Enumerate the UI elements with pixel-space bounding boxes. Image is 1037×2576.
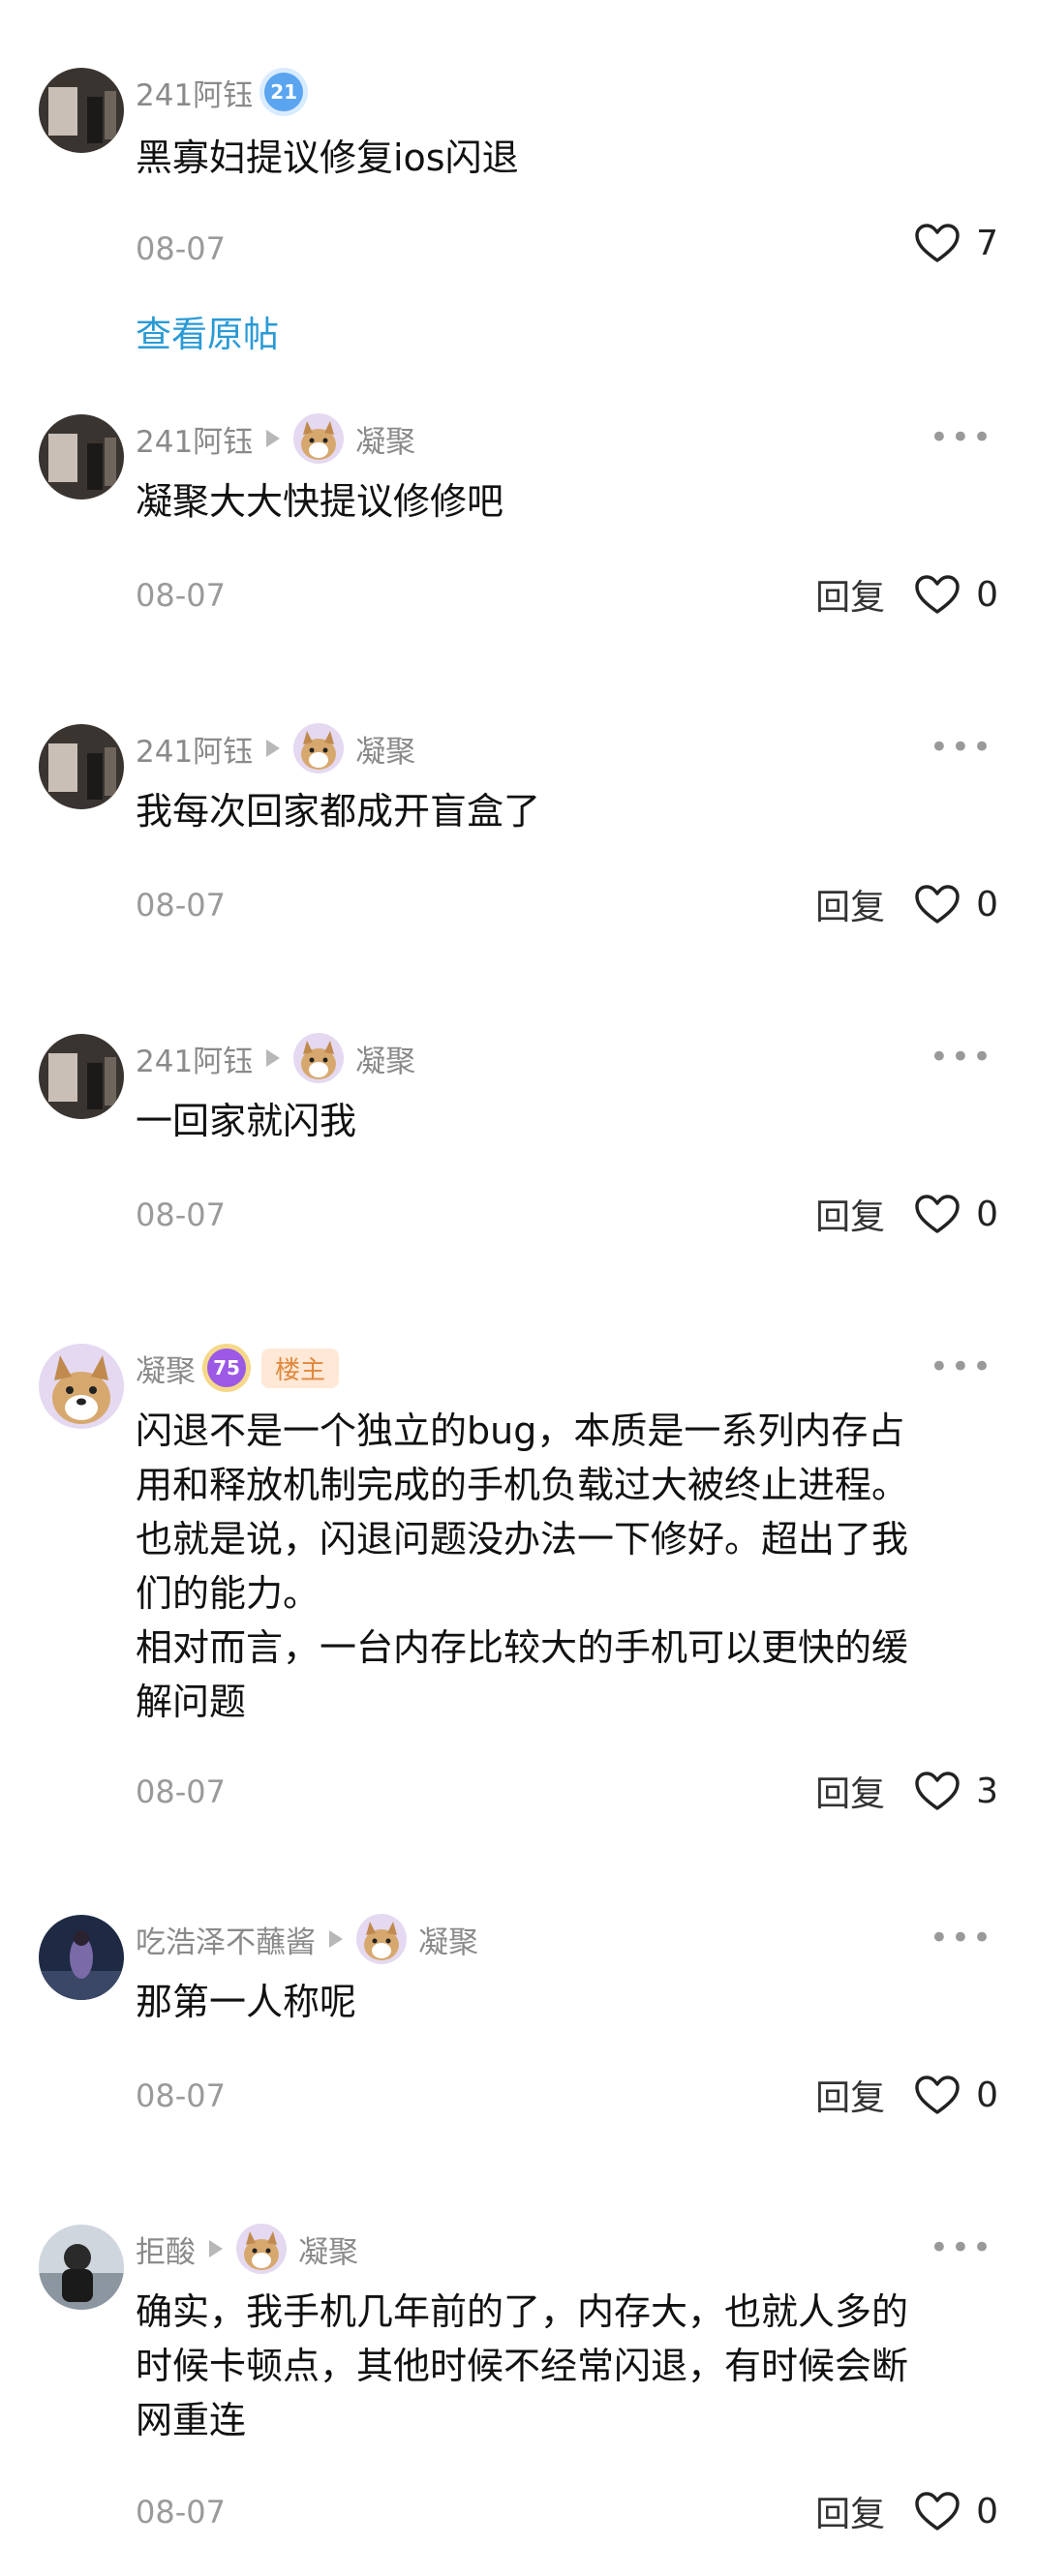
username[interactable]: 吃浩泽不蘸酱 — [136, 1918, 316, 1961]
target-username[interactable]: 凝聚 — [418, 1918, 478, 1961]
comment-date: 08-07 — [136, 2077, 226, 2114]
comment-text: 黑寡妇提议修复ios闪退 — [136, 136, 519, 179]
comment-date: 08-07 — [136, 1773, 226, 1810]
op-badge: 楼主 — [261, 1348, 340, 1388]
reply-arrow-icon — [329, 1930, 343, 1948]
username[interactable]: 241阿钰 — [136, 727, 253, 771]
username[interactable]: 凝聚 — [136, 1347, 196, 1390]
reply-button[interactable]: 回复 — [815, 1189, 885, 1239]
reply-button[interactable]: 回复 — [815, 569, 885, 620]
comment-actions: 回复 0 — [815, 2070, 998, 2120]
target-avatar[interactable] — [293, 1033, 345, 1083]
comment-date: 08-07 — [136, 577, 226, 614]
like-count: 3 — [976, 1771, 998, 1811]
avatar[interactable] — [39, 1034, 124, 1119]
target-avatar[interactable] — [293, 723, 345, 773]
heart-icon[interactable] — [914, 884, 961, 924]
target-username[interactable]: 凝聚 — [355, 417, 415, 461]
reply-button[interactable]: 回复 — [815, 1766, 885, 1816]
like-count: 0 — [976, 2491, 998, 2531]
comment-header: 241阿钰 凝聚 — [136, 1033, 415, 1083]
heart-icon[interactable] — [914, 574, 961, 615]
comment-date: 08-07 — [136, 887, 226, 924]
avatar[interactable] — [39, 1915, 124, 2000]
comment-date: 08-07 — [136, 2494, 226, 2531]
more-icon[interactable]: ••• — [930, 418, 993, 457]
comment-header: 吃浩泽不蘸酱 凝聚 — [136, 1914, 478, 1964]
comment-text: 确实，我手机几年前的了，内存大，也就人多的 时候卡顿点，其他时候不经常闪退，有时… — [136, 2290, 909, 2441]
comment-actions: 回复 0 — [815, 879, 998, 929]
reply-button[interactable]: 回复 — [815, 2486, 885, 2536]
heart-icon[interactable] — [914, 2075, 961, 2115]
reply-button[interactable]: 回复 — [815, 879, 885, 929]
target-username[interactable]: 凝聚 — [355, 1037, 415, 1080]
comment-header: 241阿钰 凝聚 — [136, 413, 415, 464]
more-icon[interactable]: ••• — [930, 1348, 993, 1386]
target-avatar[interactable] — [356, 1914, 407, 1964]
comment-actions: 回复 0 — [815, 569, 998, 620]
username[interactable]: 241阿钰 — [136, 71, 253, 114]
like-count: 0 — [976, 1194, 998, 1234]
reply-arrow-icon — [266, 1049, 281, 1067]
comment-text: 闪退不是一个独立的bug，本质是一系列内存占 用和释放机制完成的手机负载过大被终… — [136, 1409, 909, 1723]
heart-icon[interactable] — [914, 223, 961, 263]
username[interactable]: 241阿钰 — [136, 1037, 253, 1080]
target-username[interactable]: 凝聚 — [298, 2227, 358, 2271]
level-badge: 75 — [207, 1349, 246, 1387]
comment-date: 08-07 — [136, 1197, 226, 1233]
comment-text: 凝聚大大快提议修修吧 — [136, 480, 504, 523]
reply-button[interactable]: 回复 — [815, 2070, 885, 2120]
comment-header: 凝聚 75 楼主 — [136, 1344, 340, 1392]
username[interactable]: 241阿钰 — [136, 417, 253, 461]
comment-actions: 7 — [914, 223, 998, 263]
more-icon[interactable]: ••• — [930, 1038, 993, 1076]
level-badge: 21 — [264, 73, 304, 111]
comment-date: 08-07 — [136, 230, 226, 267]
more-icon[interactable]: ••• — [930, 1919, 993, 1957]
heart-icon[interactable] — [914, 1771, 961, 1811]
comment-text: 那第一人称呢 — [136, 1981, 357, 2023]
more-icon[interactable]: ••• — [930, 728, 993, 767]
heart-icon[interactable] — [914, 1194, 961, 1234]
avatar[interactable] — [39, 1344, 124, 1429]
username[interactable]: 拒酸 — [136, 2227, 196, 2271]
avatar[interactable] — [39, 414, 124, 500]
target-avatar[interactable] — [293, 413, 345, 464]
avatar[interactable] — [39, 2225, 124, 2310]
reply-arrow-icon — [209, 2240, 223, 2258]
view-original-link[interactable]: 查看原帖 — [136, 305, 279, 357]
like-count: 0 — [976, 574, 998, 615]
comment-header: 241阿钰 凝聚 — [136, 723, 415, 773]
comment-text: 我每次回家都成开盲盒了 — [136, 790, 541, 833]
comment-actions: 回复 0 — [815, 2486, 998, 2536]
comment-header: 拒酸 凝聚 — [136, 2224, 358, 2274]
target-username[interactable]: 凝聚 — [355, 727, 415, 771]
comment-actions: 回复 0 — [815, 1189, 998, 1239]
target-avatar[interactable] — [236, 2224, 287, 2274]
comment-header: 241阿钰 21 — [136, 68, 304, 116]
like-count: 0 — [976, 884, 998, 924]
like-count: 0 — [976, 2075, 998, 2115]
avatar[interactable] — [39, 724, 124, 809]
reply-arrow-icon — [266, 430, 281, 447]
comment-actions: 回复 3 — [815, 1766, 998, 1816]
more-icon[interactable]: ••• — [930, 2228, 993, 2267]
reply-arrow-icon — [266, 740, 281, 757]
comment-text: 一回家就闪我 — [136, 1100, 357, 1142]
heart-icon[interactable] — [914, 2491, 961, 2531]
avatar[interactable] — [39, 68, 124, 153]
like-count: 7 — [976, 223, 998, 263]
